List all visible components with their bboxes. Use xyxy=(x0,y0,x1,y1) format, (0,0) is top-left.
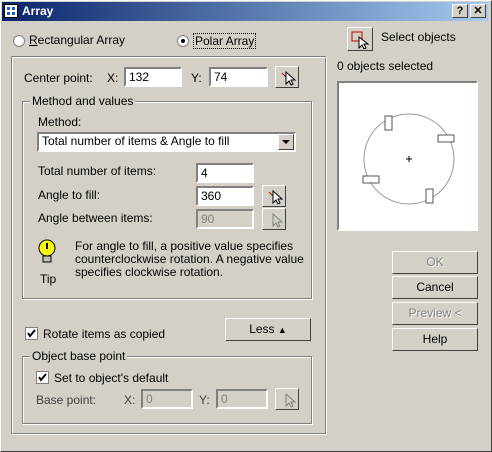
base-x-input[interactable]: 0 xyxy=(141,389,193,409)
help-title-button[interactable]: ? xyxy=(452,4,468,18)
method-select[interactable]: Total number of items & Angle to fill xyxy=(37,132,296,152)
lightbulb-icon xyxy=(38,239,56,263)
polar-array-radio[interactable] xyxy=(177,35,189,47)
polar-array-label[interactable]: Polar Array xyxy=(193,33,257,49)
method-label: Method: xyxy=(38,115,82,129)
pick-center-button[interactable] xyxy=(275,66,299,88)
default-base-label[interactable]: Set to object's default xyxy=(54,371,168,385)
rotate-items-label[interactable]: Rotate items as copied xyxy=(43,327,165,341)
base-x-label: X: xyxy=(124,393,136,407)
default-base-checkbox[interactable] xyxy=(36,371,49,384)
tip-label: Tip xyxy=(40,272,57,286)
select-objects-icon xyxy=(351,31,370,49)
angle-between-input[interactable]: 90 xyxy=(196,209,254,229)
preview-item xyxy=(384,115,393,131)
ok-button[interactable]: OK xyxy=(392,251,478,274)
base-point-label: Base point: xyxy=(36,393,97,407)
checkmark-icon xyxy=(27,329,36,338)
center-x-input[interactable]: 132 xyxy=(124,67,182,87)
angle-to-fill-label: Angle to fill: xyxy=(38,188,101,202)
pick-base-icon xyxy=(285,392,297,408)
pick-angle-between-button[interactable] xyxy=(262,208,286,230)
array-preview xyxy=(337,81,478,231)
base-y-input[interactable]: 0 xyxy=(216,389,268,409)
preview-item xyxy=(425,188,434,204)
double-up-arrow-icon: ▲ xyxy=(277,325,287,335)
center-point-label: Center point: xyxy=(24,71,93,85)
tip-text: For angle to fill, a positive value spec… xyxy=(75,239,304,279)
center-y-label: Y: xyxy=(191,71,202,85)
angle-between-label: Angle between items: xyxy=(38,211,153,225)
pick-base-point-button[interactable] xyxy=(275,388,299,410)
angle-to-fill-input[interactable]: 360 xyxy=(196,186,254,206)
close-button[interactable]: ✕ xyxy=(470,4,486,18)
rotate-items-checkbox[interactable] xyxy=(25,327,38,340)
select-objects-label: Select objects xyxy=(381,30,456,44)
method-select-value: Total number of items & Angle to fill xyxy=(42,134,230,148)
pick-angle-between-icon xyxy=(272,212,284,228)
window-title: Array xyxy=(22,4,54,18)
total-items-input[interactable]: 4 xyxy=(196,163,254,183)
cancel-button[interactable]: Cancel xyxy=(392,276,478,299)
array-app-icon xyxy=(4,4,18,18)
base-y-label: Y: xyxy=(199,393,210,407)
center-x-label: X: xyxy=(107,71,119,85)
checkmark-icon xyxy=(38,373,47,382)
less-button[interactable]: Less ▲ xyxy=(225,318,311,341)
method-group-legend: Method and values xyxy=(30,94,136,108)
rectangular-array-radio[interactable] xyxy=(13,35,25,47)
pick-angle-icon xyxy=(268,189,284,205)
select-objects-button[interactable] xyxy=(347,27,373,51)
center-y-input[interactable]: 74 xyxy=(209,67,268,87)
rectangular-array-label[interactable]: Rectangular Array xyxy=(29,33,125,47)
preview-item xyxy=(437,134,455,143)
base-group-legend: Object base point xyxy=(30,349,128,363)
preview-button[interactable]: Preview < xyxy=(392,302,478,325)
chevron-down-icon[interactable] xyxy=(278,134,294,150)
title-bar: Array ? ✕ xyxy=(2,2,488,21)
objects-selected-status: 0 objects selected xyxy=(337,59,434,73)
total-items-label: Total number of items: xyxy=(38,164,157,178)
preview-item xyxy=(362,175,380,184)
help-button[interactable]: Help xyxy=(392,328,478,351)
pick-angle-fill-button[interactable] xyxy=(262,185,286,207)
pick-point-icon xyxy=(281,70,297,86)
